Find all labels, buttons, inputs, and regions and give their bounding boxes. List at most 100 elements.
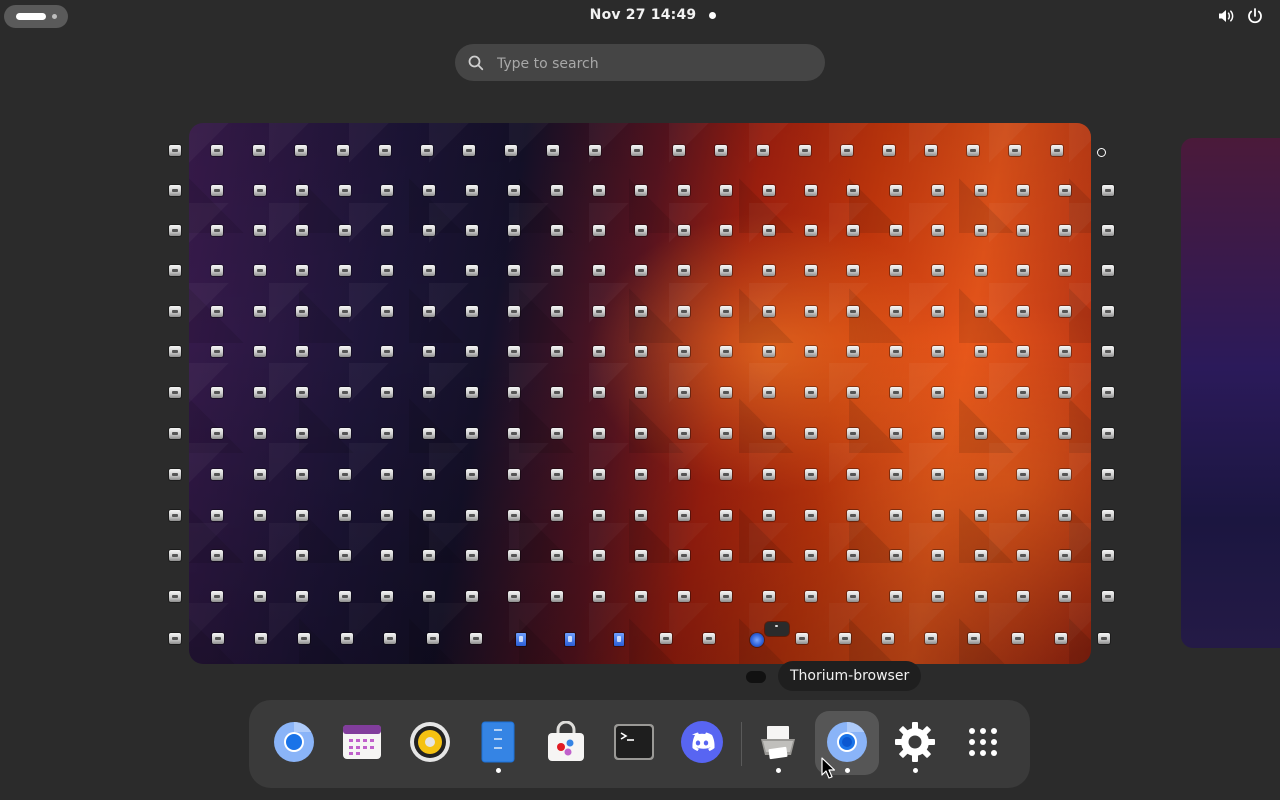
file-thumbnail-icon[interactable] (169, 185, 181, 196)
file-thumbnail-icon[interactable] (169, 469, 181, 480)
file-thumbnail-icon[interactable] (508, 387, 521, 398)
file-thumbnail-icon[interactable] (1059, 225, 1072, 236)
file-thumbnail-icon[interactable] (1059, 306, 1072, 317)
file-thumbnail-icon[interactable] (635, 387, 648, 398)
file-thumbnail-icon[interactable] (677, 306, 690, 317)
file-thumbnail-icon[interactable] (805, 591, 817, 602)
file-thumbnail-icon[interactable] (508, 510, 521, 521)
file-thumbnail-icon[interactable] (593, 591, 605, 602)
file-thumbnail-icon[interactable] (338, 469, 351, 480)
file-thumbnail-icon[interactable] (762, 306, 775, 317)
file-thumbnail-icon[interactable] (253, 591, 266, 602)
file-thumbnail-icon[interactable] (974, 510, 987, 521)
file-thumbnail-icon[interactable] (253, 185, 266, 196)
file-thumbnail-icon[interactable] (211, 510, 224, 521)
file-thumbnail-icon[interactable] (211, 469, 224, 480)
file-thumbnail-icon[interactable] (593, 265, 605, 276)
file-thumbnail-icon[interactable] (889, 591, 902, 602)
file-thumbnail-icon[interactable] (677, 185, 690, 196)
file-thumbnail-icon[interactable] (381, 306, 393, 317)
file-thumbnail-icon[interactable] (635, 306, 648, 317)
file-thumbnail-icon[interactable] (1059, 510, 1072, 521)
file-thumbnail-icon[interactable] (1059, 428, 1072, 439)
file-thumbnail-icon[interactable] (1017, 510, 1029, 521)
file-thumbnail-icon[interactable] (720, 185, 733, 196)
file-thumbnail-icon[interactable] (796, 633, 808, 644)
file-thumbnail-icon[interactable] (974, 346, 987, 357)
file-thumbnail-icon[interactable] (1009, 145, 1021, 156)
file-thumbnail-icon[interactable] (465, 428, 478, 439)
file-thumbnail-icon[interactable] (508, 225, 521, 236)
file-thumbnail-icon[interactable] (296, 591, 309, 602)
file-thumbnail-icon[interactable] (338, 387, 351, 398)
file-thumbnail-icon[interactable] (508, 346, 521, 357)
file-thumbnail-icon[interactable] (932, 387, 945, 398)
file-thumbnail-icon[interactable] (720, 510, 733, 521)
file-thumbnail-icon[interactable] (889, 387, 902, 398)
file-thumbnail-icon[interactable] (762, 185, 775, 196)
file-thumbnail-icon[interactable] (423, 591, 436, 602)
dock-item-show-apps[interactable] (951, 711, 1015, 775)
file-thumbnail-icon[interactable] (211, 591, 224, 602)
file-thumbnail-icon[interactable] (550, 428, 563, 439)
file-thumbnail-icon[interactable] (169, 510, 181, 521)
file-thumbnail-icon[interactable] (465, 185, 478, 196)
file-thumbnail-icon[interactable] (593, 469, 605, 480)
file-thumbnail-icon[interactable] (762, 346, 775, 357)
file-thumbnail-icon[interactable] (974, 550, 987, 561)
file-thumbnail-icon[interactable] (720, 387, 733, 398)
file-thumbnail-icon[interactable] (169, 633, 181, 644)
file-thumbnail-icon[interactable] (1017, 225, 1029, 236)
file-thumbnail-icon[interactable] (805, 225, 817, 236)
file-thumbnail-icon[interactable] (296, 550, 309, 561)
file-thumbnail-icon[interactable] (889, 265, 902, 276)
file-thumbnail-icon[interactable] (847, 185, 860, 196)
file-thumbnail-icon[interactable] (550, 550, 563, 561)
file-thumbnail-icon[interactable] (211, 265, 224, 276)
file-thumbnail-icon[interactable] (381, 550, 393, 561)
file-thumbnail-icon[interactable] (805, 428, 817, 439)
file-thumbnail-icon[interactable] (635, 185, 648, 196)
file-thumbnail-icon[interactable] (465, 469, 478, 480)
file-thumbnail-icon[interactable] (255, 633, 267, 644)
file-thumbnail-icon[interactable] (253, 550, 266, 561)
file-thumbnail-icon[interactable] (720, 225, 733, 236)
file-thumbnail-icon[interactable] (932, 306, 945, 317)
file-thumbnail-icon[interactable] (593, 346, 605, 357)
file-thumbnail-icon[interactable] (660, 633, 672, 644)
search-box[interactable] (455, 44, 825, 83)
file-thumbnail-icon[interactable] (762, 469, 775, 480)
file-thumbnail-icon[interactable] (677, 428, 690, 439)
dock-item-chromium[interactable] (262, 711, 326, 775)
file-thumbnail-icon[interactable] (1059, 387, 1072, 398)
file-thumbnail-icon[interactable] (889, 185, 902, 196)
file-thumbnail-icon[interactable] (593, 306, 605, 317)
file-thumbnail-icon[interactable] (974, 591, 987, 602)
file-thumbnail-icon[interactable] (805, 265, 817, 276)
file-thumbnail-icon[interactable] (1059, 591, 1072, 602)
dock-item-discord[interactable] (670, 711, 734, 775)
file-thumbnail-icon[interactable] (847, 550, 860, 561)
file-thumbnail-icon[interactable] (338, 510, 351, 521)
search-input[interactable] (495, 44, 809, 83)
file-thumbnail-icon[interactable] (1059, 265, 1072, 276)
file-thumbnail-icon[interactable] (1012, 633, 1024, 644)
file-thumbnail-icon[interactable] (253, 145, 265, 156)
file-thumbnail-icon[interactable] (550, 510, 563, 521)
file-thumbnail-icon[interactable] (296, 225, 309, 236)
file-thumbnail-icon[interactable] (338, 550, 351, 561)
file-thumbnail-icon[interactable] (1059, 185, 1072, 196)
file-thumbnail-icon[interactable] (1101, 469, 1114, 480)
file-thumbnail-icon[interactable] (1101, 265, 1114, 276)
file-thumbnail-icon[interactable] (423, 469, 436, 480)
file-thumbnail-icon[interactable] (967, 145, 979, 156)
file-thumbnail-icon[interactable] (423, 225, 436, 236)
file-thumbnail-icon[interactable] (550, 346, 563, 357)
file-thumbnail-icon[interactable] (1101, 346, 1114, 357)
file-thumbnail-icon[interactable] (932, 185, 945, 196)
file-thumbnail-icon[interactable] (465, 225, 478, 236)
file-thumbnail-icon[interactable] (805, 387, 817, 398)
file-thumbnail-icon[interactable] (298, 633, 310, 644)
file-thumbnail-icon[interactable] (465, 387, 478, 398)
file-thumbnail-icon[interactable] (750, 633, 764, 647)
